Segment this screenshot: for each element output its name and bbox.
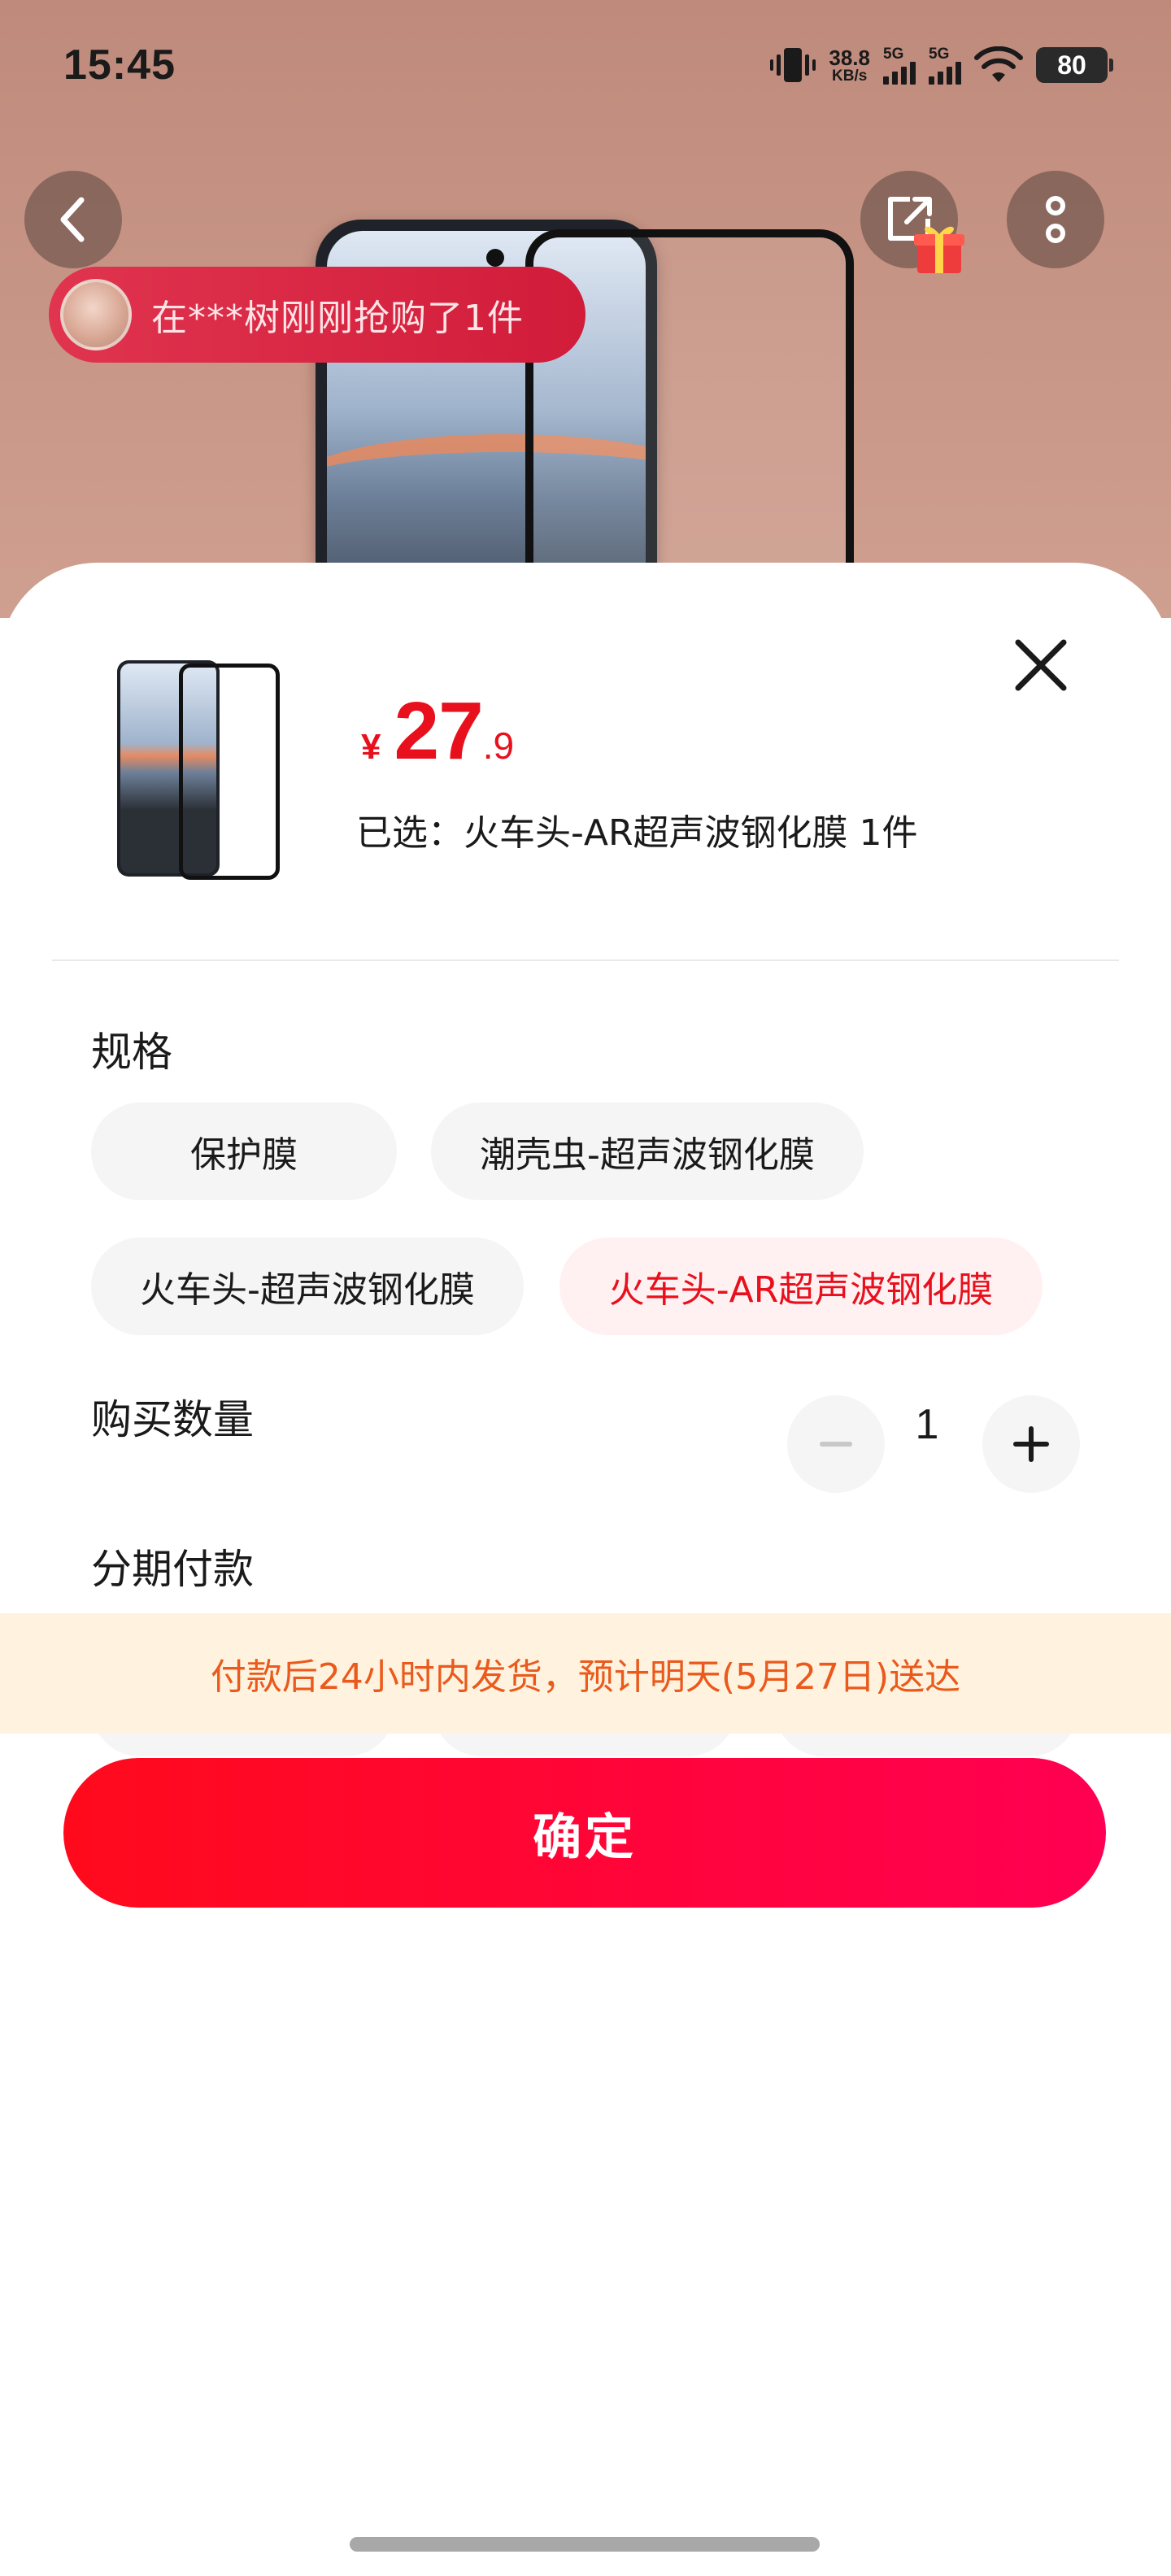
- chevron-left-icon: [60, 197, 85, 242]
- back-button[interactable]: [24, 171, 122, 268]
- delivery-info-text: 付款后24小时内发货，预计明天(5月27日)送达: [210, 1656, 961, 1698]
- status-time: 15:45: [63, 41, 176, 89]
- delivery-info-banner: 付款后24小时内发货，预计明天(5月27日)送达: [0, 1613, 1171, 1734]
- minus-icon: [820, 1442, 852, 1447]
- status-bar: 15:45 38.8 KB/s 5G 5G 80: [0, 0, 1171, 130]
- installment-section-title: 分期付款: [91, 1546, 254, 1593]
- close-button[interactable]: [999, 623, 1083, 707]
- divider: [52, 959, 1119, 961]
- network-speed-unit: KB/s: [832, 67, 868, 85]
- product-price: ¥ 27 .9: [361, 685, 514, 778]
- more-options-button[interactable]: [1007, 171, 1104, 268]
- selected-summary: 已选：火车头-AR超声波钢化膜 1件: [356, 812, 918, 854]
- recent-purchase-toast: 在***树刚刚抢购了1件: [49, 267, 586, 363]
- close-icon: [1015, 639, 1067, 691]
- vibrate-icon: [770, 48, 816, 82]
- price-integer: 27: [394, 685, 483, 777]
- signal-strength-icon: 5G: [883, 46, 916, 85]
- spec-section-title: 规格: [91, 1029, 172, 1076]
- confirm-button[interactable]: 确定: [63, 1758, 1106, 1908]
- battery-level: 80: [1057, 50, 1086, 80]
- wifi-icon: [974, 46, 1023, 82]
- home-indicator[interactable]: [350, 2537, 820, 2552]
- quantity-value[interactable]: 1: [895, 1400, 960, 1449]
- more-vertical-icon: [1046, 196, 1065, 243]
- network-speed: 38.8 KB/s: [829, 47, 870, 84]
- avatar: [60, 279, 132, 350]
- gift-icon: [914, 226, 964, 273]
- sku-selection-sheet: ¥ 27 .9 已选：火车头-AR超声波钢化膜 1件 规格 保护膜 潮壳虫-超声…: [0, 563, 1171, 2576]
- network-speed-value: 38.8: [829, 45, 870, 70]
- quantity-section-title: 购买数量: [91, 1396, 254, 1443]
- confirm-button-label: 确定: [533, 1808, 637, 1866]
- plus-icon: [1013, 1426, 1049, 1462]
- spec-option-huochetou-ar[interactable]: 火车头-AR超声波钢化膜: [559, 1238, 1043, 1335]
- signal-label-2: 5G: [929, 46, 950, 63]
- quantity-decrease-button[interactable]: [787, 1395, 885, 1493]
- product-thumbnail[interactable]: [112, 660, 283, 881]
- spec-option-chaokechong[interactable]: 潮壳虫-超声波钢化膜: [431, 1103, 864, 1200]
- spec-option-protective-film[interactable]: 保护膜: [91, 1103, 397, 1200]
- price-currency: ¥: [361, 727, 381, 767]
- spec-option-huochetou[interactable]: 火车头-超声波钢化膜: [91, 1238, 524, 1335]
- recent-purchase-text: 在***树刚刚抢购了1件: [151, 298, 524, 339]
- quantity-increase-button[interactable]: [982, 1395, 1080, 1493]
- price-decimal: .9: [482, 724, 515, 767]
- signal-strength-icon-2: 5G: [929, 46, 961, 85]
- signal-label: 5G: [883, 46, 904, 63]
- battery-icon: 80: [1036, 47, 1113, 83]
